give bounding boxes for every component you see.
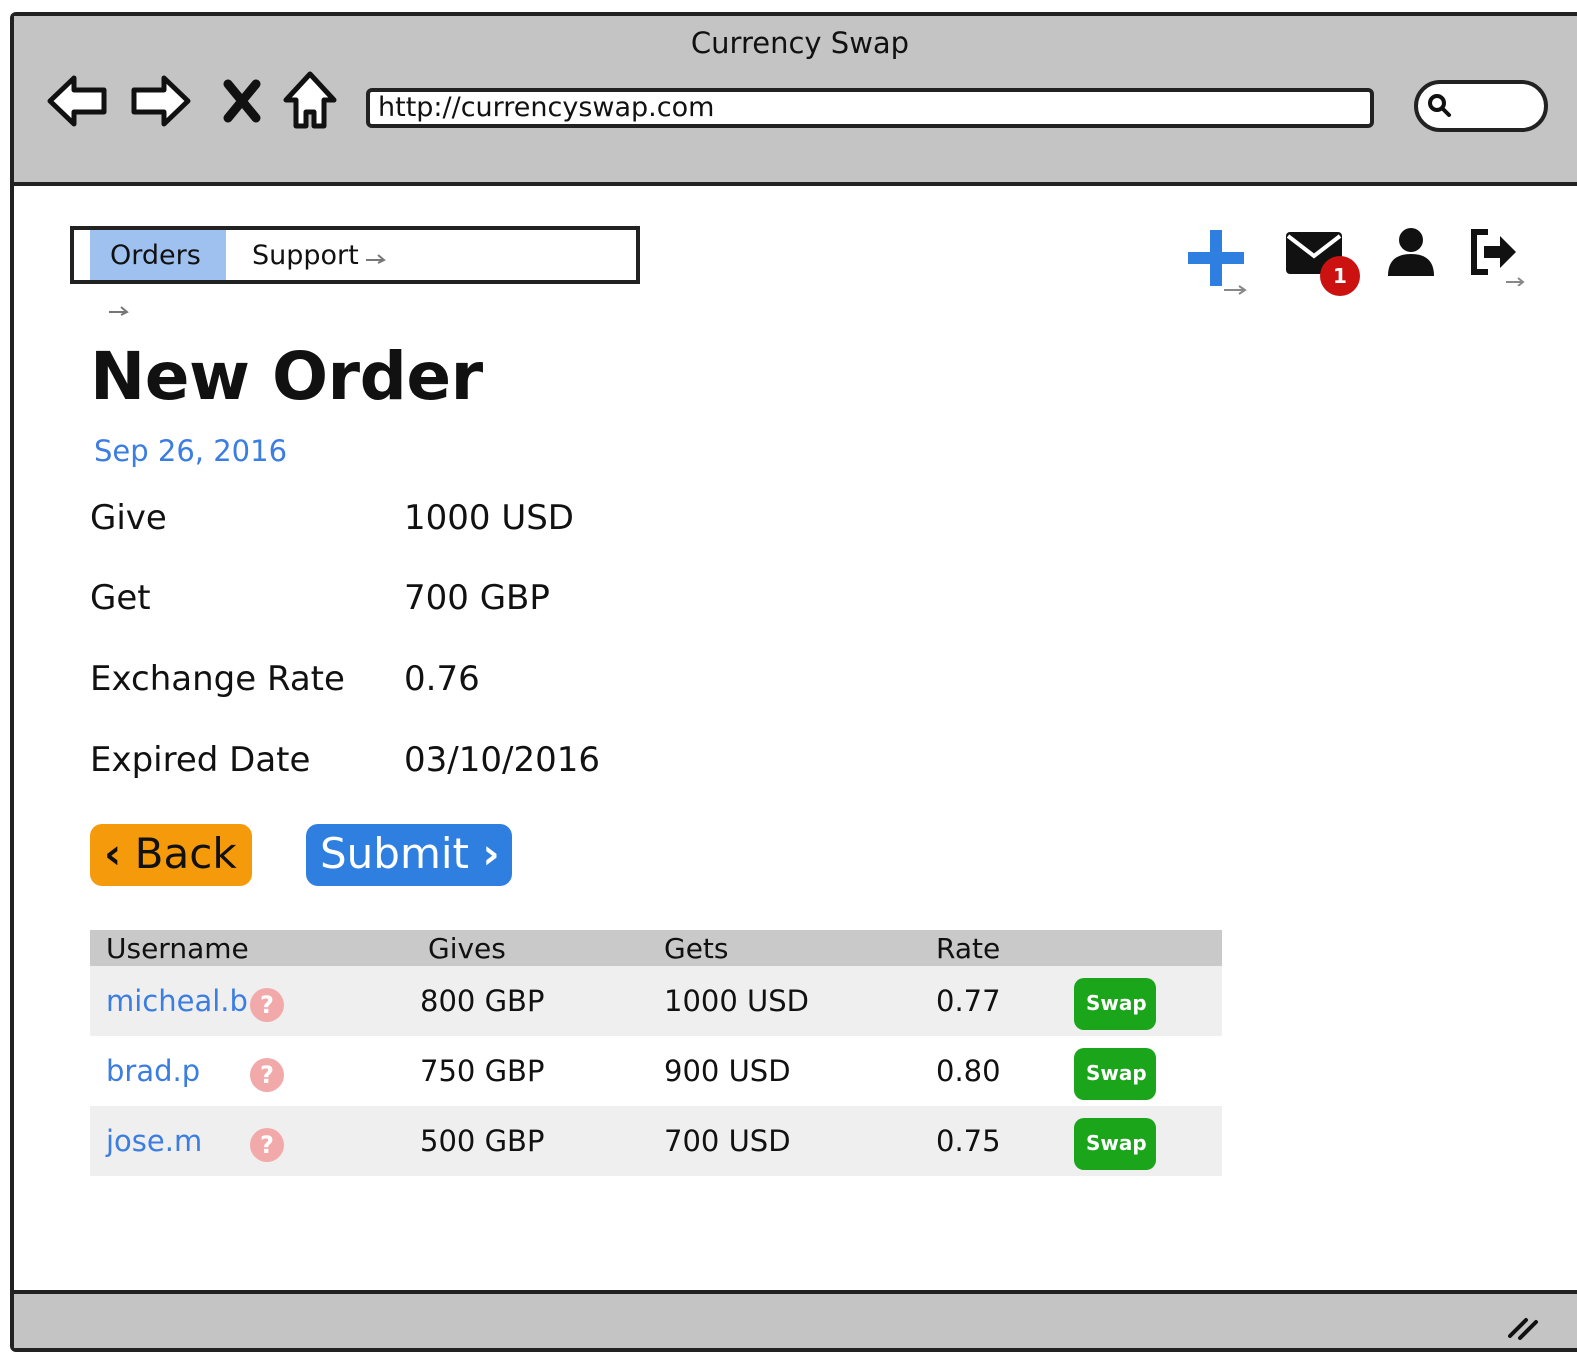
- give-label: Give: [90, 498, 167, 538]
- help-icon[interactable]: ?: [250, 988, 284, 1022]
- gives-cell: 500 GBP: [420, 1124, 545, 1158]
- column-header-username: Username: [106, 932, 249, 965]
- chevron-left-icon: ‹: [104, 829, 122, 878]
- gets-cell: 900 USD: [664, 1054, 791, 1088]
- rate-cell: 0.77: [936, 984, 1001, 1018]
- username-link[interactable]: brad.p: [106, 1036, 200, 1106]
- main-tabs: Orders Support: [70, 226, 640, 316]
- link-arrow-icon: [366, 253, 387, 264]
- rate-cell: 0.80: [936, 1054, 1001, 1088]
- table-row: brad.p ? 750 GBP 900 USD 0.80 Swap: [90, 1036, 1222, 1106]
- home-icon[interactable]: [280, 68, 340, 134]
- chevron-right-icon: ›: [482, 829, 500, 878]
- back-button-label: Back: [134, 829, 237, 878]
- mail-badge: 1: [1320, 256, 1360, 296]
- add-icon[interactable]: [1180, 226, 1250, 300]
- get-label: Get: [90, 578, 151, 618]
- user-icon[interactable]: [1386, 226, 1436, 282]
- status-bar: [14, 1290, 1577, 1348]
- give-value: 1000 USD: [404, 498, 574, 538]
- column-header-gives: Gives: [428, 932, 506, 965]
- swap-button[interactable]: Swap: [1074, 1118, 1156, 1170]
- tab-orders[interactable]: Orders: [90, 230, 226, 316]
- rate-cell: 0.75: [936, 1124, 1001, 1158]
- column-header-rate: Rate: [936, 932, 1001, 965]
- offers-table: Username Gives Gets Rate micheal.b ? 800…: [90, 930, 1222, 1176]
- search-icon: [1426, 92, 1452, 118]
- help-icon[interactable]: ?: [250, 1058, 284, 1092]
- tab-label: Support: [252, 240, 359, 271]
- order-date: Sep 26, 2016: [94, 434, 288, 468]
- exchange-rate-label: Exchange Rate: [90, 659, 345, 699]
- swap-button[interactable]: Swap: [1074, 978, 1156, 1030]
- get-value: 700 GBP: [404, 578, 550, 618]
- resize-grip-icon[interactable]: [1504, 1306, 1540, 1342]
- sign-out-icon[interactable]: [1466, 226, 1526, 290]
- back-arrow-icon[interactable]: [44, 68, 110, 134]
- browser-search-field[interactable]: [1414, 80, 1548, 132]
- table-row: micheal.b ? 800 GBP 1000 USD 0.77 Swap: [90, 966, 1222, 1036]
- gives-cell: 800 GBP: [420, 984, 545, 1018]
- expired-date-value: 03/10/2016: [404, 740, 600, 780]
- tab-support[interactable]: Support: [232, 230, 412, 280]
- username-link[interactable]: micheal.b: [106, 966, 248, 1036]
- gets-cell: 1000 USD: [664, 984, 809, 1018]
- username-link[interactable]: jose.m: [106, 1106, 202, 1176]
- help-icon[interactable]: ?: [250, 1128, 284, 1162]
- address-bar[interactable]: http://currencyswap.com: [366, 88, 1374, 128]
- browser-chrome: Currency Swap http://currencyswap.com: [14, 16, 1577, 186]
- column-header-gets: Gets: [664, 932, 729, 965]
- swap-button[interactable]: Swap: [1074, 1048, 1156, 1100]
- gives-cell: 750 GBP: [420, 1054, 545, 1088]
- back-button[interactable]: ‹ Back: [90, 824, 252, 886]
- browser-window: Currency Swap http://currencyswap.com Or…: [10, 12, 1577, 1352]
- close-icon[interactable]: [220, 68, 264, 134]
- forward-arrow-icon[interactable]: [128, 68, 194, 134]
- submit-button[interactable]: Submit ›: [306, 824, 512, 886]
- expired-date-label: Expired Date: [90, 740, 311, 780]
- submit-button-label: Submit: [320, 829, 469, 878]
- table-header: Username Gives Gets Rate: [90, 930, 1222, 966]
- link-arrow-icon: [109, 305, 129, 316]
- gets-cell: 700 USD: [664, 1124, 791, 1158]
- page-title: New Order: [90, 338, 483, 415]
- window-title: Currency Swap: [690, 26, 910, 60]
- exchange-rate-value: 0.76: [404, 659, 480, 699]
- table-row: jose.m ? 500 GBP 700 USD 0.75 Swap: [90, 1106, 1222, 1176]
- tab-label: Orders: [110, 240, 201, 271]
